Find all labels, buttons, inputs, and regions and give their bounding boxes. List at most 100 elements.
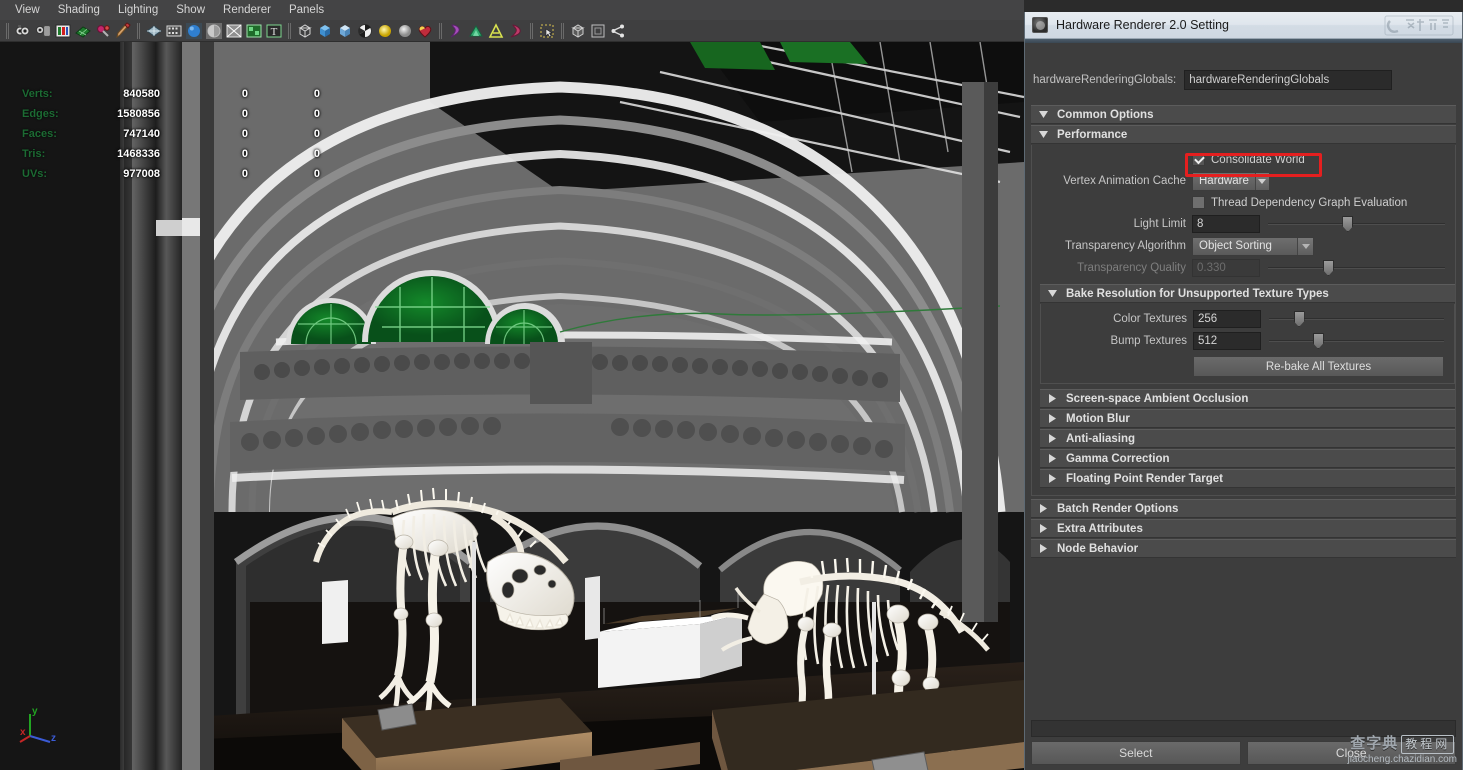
window-title: Hardware Renderer 2.0 Setting <box>1056 18 1230 32</box>
use-all-lights-icon[interactable] <box>396 22 414 40</box>
object-boundary-icon[interactable] <box>589 22 607 40</box>
frame-gamma-correction[interactable]: Gamma Correction <box>1040 449 1455 468</box>
frame-title: Batch Render Options <box>1057 502 1179 515</box>
settings-panel-body: hardwareRenderingGlobals: Common Options <box>1025 43 1462 770</box>
notes-field[interactable] <box>1031 720 1456 737</box>
vertex-animation-cache-label: Vertex Animation Cache <box>1063 175 1186 187</box>
frame-anti-aliasing[interactable]: Anti-aliasing <box>1040 429 1455 448</box>
transparency-algorithm-dropdown[interactable]: Object Sorting <box>1192 236 1314 256</box>
chevron-right-icon <box>1044 469 1060 488</box>
light-limit-slider[interactable] <box>1268 215 1445 233</box>
two-cameras-icon[interactable] <box>14 22 32 40</box>
xray-active-icon[interactable] <box>487 22 505 40</box>
texture-shading-icon[interactable] <box>245 22 263 40</box>
bounding-box-cube-icon[interactable] <box>569 22 587 40</box>
vertex-animation-cache-dropdown[interactable]: Hardware <box>1192 171 1270 191</box>
menu-panels[interactable]: Panels <box>280 0 333 20</box>
camera-attributes-icon[interactable] <box>34 22 52 40</box>
shaded-wireframe-icon[interactable] <box>225 22 243 40</box>
frame-motion-blur[interactable]: Motion Blur <box>1040 409 1455 428</box>
xray-mode-icon[interactable] <box>447 22 465 40</box>
performance-frame-body: Consolidate World Vertex Animation Cache… <box>1031 145 1456 496</box>
axis-z-label: z <box>51 733 56 744</box>
slider-handle[interactable] <box>1342 216 1354 232</box>
frame-title: Screen-space Ambient Occlusion <box>1066 392 1249 405</box>
lighting-bulb-icon[interactable] <box>94 22 112 40</box>
checker-shadow-sphere-icon[interactable] <box>356 22 374 40</box>
attribute-frame-stack: Common Options Performance Consolidate W… <box>1031 105 1456 558</box>
smooth-shade-sphere-icon[interactable] <box>185 22 203 40</box>
xray-joints-icon[interactable] <box>467 22 485 40</box>
bump-textures-input[interactable] <box>1193 332 1261 350</box>
thread-dependency-row: Thread Dependency Graph Evaluation <box>1032 192 1455 213</box>
toolbar-separator <box>559 22 566 39</box>
xray-shaded-icon[interactable] <box>507 22 525 40</box>
shadow-heart-icon[interactable] <box>416 22 434 40</box>
frame-screen-space-ambient-occlusion[interactable]: Screen-space Ambient Occlusion <box>1040 389 1455 408</box>
flat-shade-sphere-icon[interactable] <box>205 22 223 40</box>
bump-textures-label: Bump Textures <box>1110 335 1188 347</box>
wireframe-cube-icon[interactable] <box>296 22 314 40</box>
use-default-light-icon[interactable] <box>376 22 394 40</box>
slider-track <box>1268 267 1445 269</box>
isolate-select-icon[interactable] <box>538 22 556 40</box>
all-lights-cube-icon[interactable] <box>336 22 354 40</box>
exposure-share-icon[interactable] <box>609 22 627 40</box>
menu-renderer[interactable]: Renderer <box>214 0 280 20</box>
frame-batch-render-options[interactable]: Batch Render Options <box>1031 499 1456 518</box>
menu-view[interactable]: View <box>6 0 49 20</box>
menu-lighting[interactable]: Lighting <box>109 0 167 20</box>
frame-performance[interactable]: Performance <box>1031 125 1456 144</box>
frame-title: Motion Blur <box>1066 412 1130 425</box>
window-titlebar[interactable]: Hardware Renderer 2.0 Setting <box>1025 12 1462 39</box>
select-button[interactable]: Select <box>1031 741 1241 765</box>
light-limit-label: Light Limit <box>1133 218 1186 230</box>
flat-light-cube-icon[interactable] <box>316 22 334 40</box>
thread-dependency-label: Thread Dependency Graph Evaluation <box>1211 196 1408 209</box>
vertex-animation-cache-value: Hardware <box>1199 175 1249 187</box>
menu-show[interactable]: Show <box>167 0 214 20</box>
render-globals-icon <box>1032 17 1048 33</box>
chevron-right-icon <box>1044 409 1060 428</box>
close-button[interactable]: Close <box>1246 741 1456 765</box>
consolidate-world-checkbox[interactable] <box>1192 153 1205 166</box>
color-textures-slider[interactable] <box>1269 310 1444 328</box>
node-name-input[interactable] <box>1184 70 1393 90</box>
chevron-right-icon <box>1044 389 1060 408</box>
axis-x-label: x <box>20 727 26 738</box>
menu-shading[interactable]: Shading <box>49 0 109 20</box>
slider-handle[interactable] <box>1293 311 1305 327</box>
slider-track <box>1268 223 1445 225</box>
thread-dependency-checkbox[interactable] <box>1192 196 1205 209</box>
bump-textures-slider[interactable] <box>1269 332 1444 350</box>
bottom-button-row: Select Close <box>1031 741 1456 765</box>
frame-title: Anti-aliasing <box>1066 432 1136 445</box>
frame-common-options[interactable]: Common Options <box>1031 105 1456 124</box>
grid-plane-icon[interactable] <box>74 22 92 40</box>
slider-handle[interactable] <box>1312 333 1324 349</box>
frame-extra-attributes[interactable]: Extra Attributes <box>1031 519 1456 538</box>
transparency-quality-slider <box>1268 259 1445 277</box>
consolidate-world-row: Consolidate World <box>1032 149 1455 170</box>
3d-viewport[interactable]: Verts: 840580 0 0 Edges: 1580856 0 0 Fac… <box>0 42 1024 770</box>
frame-node-behavior[interactable]: Node Behavior <box>1031 539 1456 558</box>
texture-text-icon[interactable]: T <box>265 22 283 40</box>
rebake-all-textures-button[interactable]: Re-bake All Textures <box>1193 356 1444 377</box>
frame-floating-point-render-target[interactable]: Floating Point Render Target <box>1040 469 1455 488</box>
chevron-right-icon <box>1035 539 1051 558</box>
titlebar-logo-watermark <box>1384 15 1454 36</box>
light-limit-row: Light Limit <box>1032 213 1455 235</box>
settings-bottom-bar: Select Close <box>1025 720 1462 770</box>
transparency-algorithm-row: Transparency Algorithm Object Sorting <box>1032 235 1455 257</box>
wireframe-shaded-icon[interactable] <box>145 22 163 40</box>
paint-brush-icon[interactable] <box>114 21 132 40</box>
filmstrip-icon[interactable] <box>165 22 183 40</box>
book-icon[interactable] <box>54 22 72 40</box>
frame-title: Common Options <box>1057 108 1154 121</box>
slider-handle <box>1322 260 1334 276</box>
color-textures-input[interactable] <box>1193 310 1261 328</box>
toolbar-separator <box>135 22 142 39</box>
chevron-down-icon <box>1254 172 1269 190</box>
light-limit-input[interactable] <box>1192 215 1260 233</box>
frame-bake-resolution[interactable]: Bake Resolution for Unsupported Texture … <box>1040 284 1455 303</box>
